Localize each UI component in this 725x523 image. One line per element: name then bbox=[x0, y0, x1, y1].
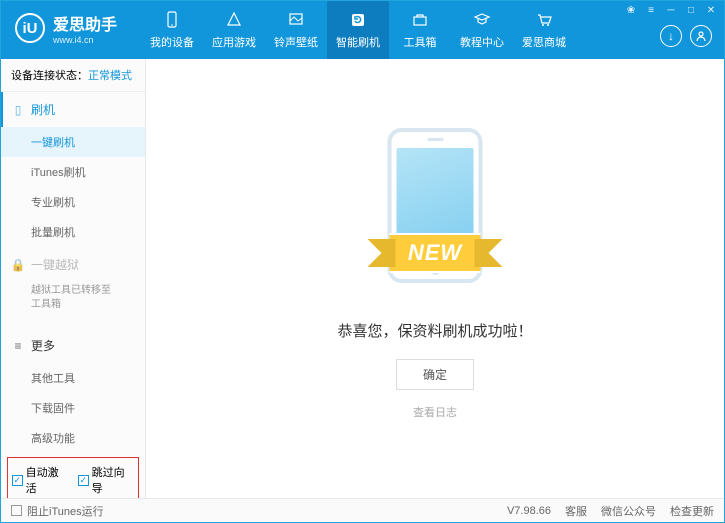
nav-tutorials[interactable]: 教程中心 bbox=[451, 1, 513, 59]
brand: iU 爱思助手 www.i4.cn bbox=[1, 1, 131, 55]
nav-my-device[interactable]: 我的设备 bbox=[141, 1, 203, 59]
cart-icon bbox=[534, 10, 554, 30]
header: iU 爱思助手 www.i4.cn 我的设备 应用游戏 铃声壁纸 智能刷机 工具… bbox=[1, 1, 724, 59]
user-icon[interactable] bbox=[690, 25, 712, 47]
block-itunes-label: 阻止iTunes运行 bbox=[27, 503, 104, 519]
sub-pro[interactable]: 专业刷机 bbox=[1, 187, 145, 217]
ribbon-text: NEW bbox=[390, 233, 480, 273]
header-right-buttons: ↓ bbox=[660, 25, 712, 47]
sub-one-click[interactable]: 一键刷机 bbox=[1, 127, 145, 157]
new-ribbon: NEW bbox=[358, 233, 513, 273]
cat-jailbreak: 🔒 一键越狱 bbox=[1, 247, 145, 282]
sub-download[interactable]: 下载固件 bbox=[1, 393, 145, 423]
device-icon: ▯ bbox=[11, 103, 25, 117]
download-icon[interactable]: ↓ bbox=[660, 25, 682, 47]
apps-icon bbox=[224, 10, 244, 30]
jailbreak-note: 越狱工具已转移至 工具箱 bbox=[1, 282, 145, 320]
minimize-icon[interactable]: ─ bbox=[662, 3, 680, 17]
version-label: V7.98.66 bbox=[507, 505, 551, 517]
sub-advanced[interactable]: 高级功能 bbox=[1, 423, 145, 453]
nav-label: 我的设备 bbox=[150, 34, 194, 50]
check-icon: ✓ bbox=[12, 475, 23, 486]
sidebar: 设备连接状态：正常模式 ▯刷机 一键刷机 iTunes刷机 专业刷机 批量刷机 … bbox=[1, 59, 146, 498]
flash-icon bbox=[348, 10, 368, 30]
nav-ringtones[interactable]: 铃声壁纸 bbox=[265, 1, 327, 59]
body: 设备连接状态：正常模式 ▯刷机 一键刷机 iTunes刷机 专业刷机 批量刷机 … bbox=[1, 59, 724, 498]
wechat-link[interactable]: 微信公众号 bbox=[601, 503, 656, 519]
nav-label: 铃声壁纸 bbox=[274, 34, 318, 50]
chk-label: 自动激活 bbox=[26, 464, 68, 496]
chk-label: 跳过向导 bbox=[92, 464, 134, 496]
wallpaper-icon bbox=[286, 10, 306, 30]
list-icon: ≡ bbox=[11, 339, 25, 353]
nav-toolbox[interactable]: 工具箱 bbox=[389, 1, 451, 59]
cat-more[interactable]: ≡ 更多 bbox=[1, 328, 145, 363]
nav-label: 教程中心 bbox=[460, 34, 504, 50]
cat-label: 刷机 bbox=[31, 101, 55, 118]
auto-activate-checkbox[interactable]: ✓自动激活 bbox=[12, 464, 68, 496]
success-message: 恭喜您，保资料刷机成功啦！ bbox=[337, 320, 532, 341]
status-value: 正常模式 bbox=[88, 70, 132, 82]
app-window: iU 爱思助手 www.i4.cn 我的设备 应用游戏 铃声壁纸 智能刷机 工具… bbox=[0, 0, 725, 523]
confirm-button[interactable]: 确定 bbox=[396, 359, 474, 390]
nav-label: 爱思商城 bbox=[522, 34, 566, 50]
main-content: NEW 恭喜您，保资料刷机成功啦！ 确定 查看日志 bbox=[146, 59, 724, 498]
cat-label: 更多 bbox=[31, 337, 55, 354]
nav-label: 智能刷机 bbox=[336, 34, 380, 50]
phone-icon bbox=[162, 10, 182, 30]
nav-apps[interactable]: 应用游戏 bbox=[203, 1, 265, 59]
success-illustration: NEW bbox=[340, 118, 530, 298]
window-controls: ❀ ≡ ─ □ ✕ bbox=[622, 3, 720, 17]
maximize-icon[interactable]: □ bbox=[682, 3, 700, 17]
view-log-link[interactable]: 查看日志 bbox=[413, 404, 457, 420]
options-box: ✓自动激活 ✓跳过向导 bbox=[7, 457, 139, 498]
nav: 我的设备 应用游戏 铃声壁纸 智能刷机 工具箱 教程中心 爱思商城 bbox=[141, 1, 575, 59]
menu-icon[interactable]: ≡ bbox=[642, 3, 660, 17]
sub-batch[interactable]: 批量刷机 bbox=[1, 217, 145, 247]
settings-icon[interactable]: ❀ bbox=[622, 3, 640, 17]
cat-flash[interactable]: ▯ 刷机 bbox=[1, 92, 145, 127]
brand-text: 爱思助手 www.i4.cn bbox=[53, 11, 117, 45]
status-label: 设备连接状态： bbox=[11, 70, 88, 82]
skip-guide-checkbox[interactable]: ✓跳过向导 bbox=[78, 464, 134, 496]
sub-itunes[interactable]: iTunes刷机 bbox=[1, 157, 145, 187]
footer: 阻止iTunes运行 V7.98.66 客服 微信公众号 检查更新 bbox=[1, 498, 724, 522]
nav-label: 应用游戏 bbox=[212, 34, 256, 50]
cat-label: 一键越狱 bbox=[31, 256, 79, 273]
close-icon[interactable]: ✕ bbox=[702, 3, 720, 17]
check-icon: ✓ bbox=[78, 475, 89, 486]
brand-url: www.i4.cn bbox=[53, 35, 117, 45]
sub-other[interactable]: 其他工具 bbox=[1, 363, 145, 393]
update-link[interactable]: 检查更新 bbox=[670, 503, 714, 519]
connection-status: 设备连接状态：正常模式 bbox=[1, 59, 145, 92]
brand-title: 爱思助手 bbox=[53, 11, 117, 35]
nav-flash[interactable]: 智能刷机 bbox=[327, 1, 389, 59]
tutorial-icon bbox=[472, 10, 492, 30]
nav-label: 工具箱 bbox=[404, 34, 437, 50]
nav-store[interactable]: 爱思商城 bbox=[513, 1, 575, 59]
brand-logo-icon: iU bbox=[15, 13, 45, 43]
block-itunes-checkbox[interactable] bbox=[11, 505, 22, 516]
footer-right: V7.98.66 客服 微信公众号 检查更新 bbox=[507, 503, 714, 519]
toolbox-icon bbox=[410, 10, 430, 30]
lock-icon: 🔒 bbox=[11, 258, 25, 272]
service-link[interactable]: 客服 bbox=[565, 503, 587, 519]
